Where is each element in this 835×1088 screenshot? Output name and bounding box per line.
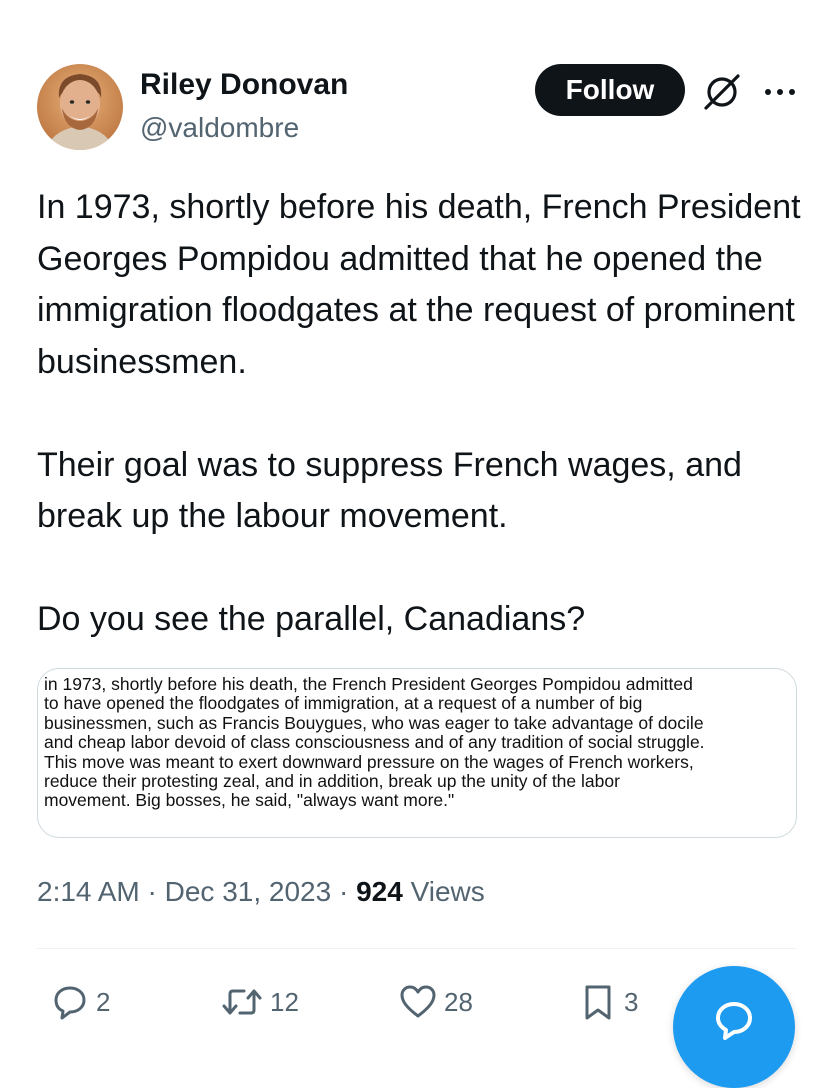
reply-icon	[54, 986, 86, 1020]
bookmark-icon	[585, 985, 611, 1020]
tweet-text: In 1973, shortly before his death, Frenc…	[37, 182, 817, 646]
avatar-photo	[37, 64, 123, 150]
tweet-paragraph: Their goal was to suppress French wages,…	[37, 445, 742, 536]
bookmark-count: 3	[624, 986, 639, 1017]
views-count: 924	[356, 876, 403, 907]
compose-icon	[716, 1002, 752, 1040]
compose-fab[interactable]	[673, 966, 795, 1088]
retweet-button[interactable]: 12	[220, 980, 299, 1024]
views-label: Views	[410, 876, 485, 907]
grok-icon[interactable]	[700, 70, 744, 114]
retweet-icon	[222, 989, 262, 1015]
image-text: in 1973, shortly before his death, the F…	[44, 674, 705, 811]
tweet-date[interactable]: Dec 31, 2023	[165, 876, 332, 907]
heart-icon	[400, 985, 436, 1018]
avatar[interactable]	[37, 64, 123, 150]
divider	[37, 948, 797, 949]
meta-separator: ·	[338, 876, 349, 907]
author-display-name[interactable]: Riley Donovan	[140, 66, 348, 104]
retweet-count: 12	[270, 986, 299, 1017]
reply-count: 2	[96, 986, 111, 1017]
tweet-image[interactable]: in 1973, shortly before his death, the F…	[37, 668, 797, 838]
like-count: 28	[444, 986, 473, 1017]
reply-button[interactable]: 2	[50, 980, 110, 1024]
tweet-paragraph: Do you see the parallel, Canadians?	[37, 600, 586, 638]
like-button[interactable]: 28	[398, 980, 473, 1024]
tweet-paragraph: In 1973, shortly before his death, Frenc…	[37, 188, 801, 381]
follow-button[interactable]: Follow	[535, 64, 685, 116]
tweet-meta: 2:14 AM · Dec 31, 2023 · 924 Views	[37, 872, 485, 912]
bookmark-button[interactable]: 3	[578, 980, 638, 1024]
tweet-time[interactable]: 2:14 AM	[37, 876, 140, 907]
author-handle[interactable]: @valdombre	[140, 110, 299, 146]
more-options-icon[interactable]	[760, 80, 800, 104]
meta-separator: ·	[147, 876, 157, 907]
